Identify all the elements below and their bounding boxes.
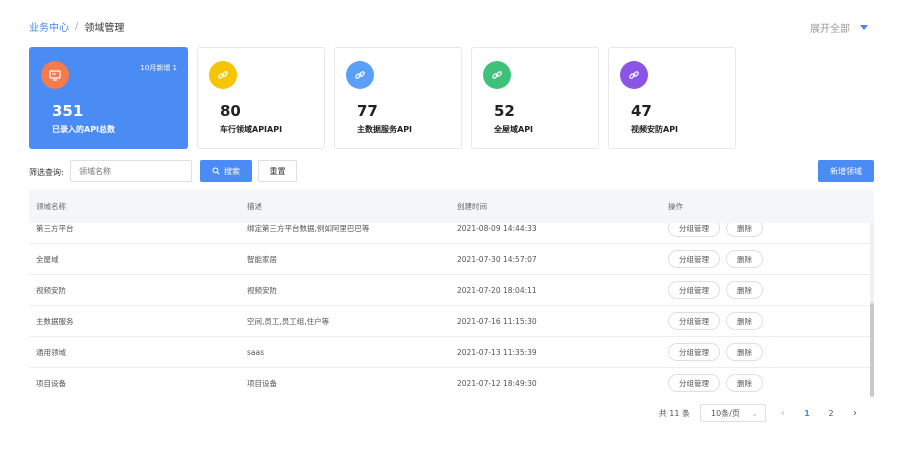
expand-all-toggle[interactable]: 展开全部 (810, 20, 868, 35)
column-header-actions: 操作 (668, 202, 683, 211)
page-size-select[interactable]: 10条/页 ⌄ (700, 404, 766, 422)
monitor-icon (41, 61, 69, 89)
group-manage-button[interactable]: 分组管理 (668, 250, 720, 268)
cell-name: 通用领域 (36, 347, 66, 357)
delete-button[interactable]: 删除 (726, 281, 763, 299)
table-header: 领域名称 描述 创建时间 操作 (29, 190, 874, 223)
stat-label: 车行领域APIAPI (220, 125, 283, 134)
stat-number: 351 (52, 102, 84, 120)
next-page-icon[interactable]: › (848, 408, 862, 419)
cell-actions: 分组管理 删除 (668, 343, 763, 361)
page-2[interactable]: 2 (824, 409, 838, 418)
stat-card-total[interactable]: 10月新增 1 351 已录入的API总数 (29, 47, 188, 149)
caret-down-icon (860, 25, 868, 30)
column-header-name: 领域名称 (36, 202, 66, 211)
stat-label: 视频安防API (631, 125, 679, 134)
column-header-description: 描述 (247, 202, 262, 211)
pagination-total: 共 11 条 (658, 408, 690, 418)
stat-number: 47 (631, 102, 652, 120)
cell-name: 视频安防 (36, 285, 66, 295)
cell-created: 2021-08-09 14:44:33 (457, 223, 537, 233)
cell-actions: 分组管理 删除 (668, 281, 763, 299)
chevron-down-icon: ⌄ (751, 409, 758, 418)
pagination: 共 11 条 10条/页 ⌄ ‹ 1 2 › (659, 404, 862, 422)
stat-card-master-data[interactable]: 77 主数据服务API (334, 47, 462, 149)
cell-created: 2021-07-13 11:35:39 (457, 347, 537, 357)
delete-button[interactable]: 删除 (726, 312, 763, 330)
delete-button[interactable]: 删除 (726, 374, 763, 392)
group-manage-button[interactable]: 分组管理 (668, 312, 720, 330)
prev-page-icon[interactable]: ‹ (776, 408, 790, 419)
cell-name: 主数据服务 (36, 316, 74, 326)
stat-card-video-security[interactable]: 47 视频安防API (608, 47, 736, 149)
cell-description: 项目设备 (247, 378, 277, 388)
scrollbar-thumb[interactable] (870, 303, 874, 397)
cell-description: 空间,员工,员工组,住户等 (247, 316, 330, 326)
link-icon (483, 61, 511, 89)
group-manage-button[interactable]: 分组管理 (668, 281, 720, 299)
stat-label: 已录入的API总数 (52, 125, 116, 134)
cell-created: 2021-07-20 18:04:11 (457, 285, 537, 295)
group-manage-button[interactable]: 分组管理 (668, 374, 720, 392)
cell-actions: 分组管理 删除 (668, 312, 763, 330)
cell-description: 绑定第三方平台数据,例如阿里巴巴等 (247, 223, 370, 233)
table-row: 视频安防 视频安防 2021-07-20 18:04:11 分组管理 删除 (29, 275, 874, 306)
stat-cards: 10月新增 1 351 已录入的API总数 80 车行领域APIAPI 77 主… (29, 47, 736, 149)
monthly-new-badge: 10月新增 1 (140, 64, 177, 72)
stat-number: 52 (494, 102, 515, 120)
table-row: 通用领域 saas 2021-07-13 11:35:39 分组管理 删除 (29, 337, 874, 368)
stat-label: 主数据服务API (357, 125, 413, 134)
filter-bar: 筛选查询: 搜索 重置 新增领域 (29, 160, 874, 184)
cell-name: 全屋域 (36, 254, 59, 264)
cell-name: 项目设备 (36, 378, 66, 388)
page-size-value: 10条/页 (711, 408, 740, 418)
cell-actions: 分组管理 删除 (668, 250, 763, 268)
stat-card-vehicle[interactable]: 80 车行领域APIAPI (197, 47, 325, 149)
column-header-created: 创建时间 (457, 202, 487, 211)
stat-number: 80 (220, 102, 241, 120)
group-manage-button[interactable]: 分组管理 (668, 343, 720, 361)
page-1[interactable]: 1 (800, 409, 814, 418)
table-scrollbar[interactable] (870, 223, 874, 397)
table-row: 项目设备 项目设备 2021-07-12 18:49:30 分组管理 删除 (29, 368, 874, 397)
cell-description: saas (247, 347, 265, 357)
table-row: 全屋域 智能家居 2021-07-30 14:57:07 分组管理 删除 (29, 244, 874, 275)
domain-name-input[interactable] (70, 160, 192, 182)
page: 业务中心 / 领域管理 展开全部 10月新增 1 351 已录入的API总数 8… (0, 0, 900, 449)
breadcrumb-parent[interactable]: 业务中心 (29, 19, 69, 34)
add-domain-button[interactable]: 新增领域 (818, 160, 874, 182)
breadcrumb-current: 领域管理 (84, 23, 125, 34)
filter-label: 筛选查询: (29, 168, 64, 177)
table-row: 主数据服务 空间,员工,员工组,住户等 2021-07-16 11:15:30 … (29, 306, 874, 337)
stat-label: 全屋域API (494, 125, 534, 134)
delete-button[interactable]: 删除 (726, 343, 763, 361)
search-button-label: 搜索 (224, 166, 240, 176)
link-icon (346, 61, 374, 89)
expand-all-label: 展开全部 (810, 24, 850, 35)
cell-created: 2021-07-12 18:49:30 (457, 378, 537, 388)
domain-table: 领域名称 描述 创建时间 操作 第三方平台 绑定第三方平台数据,例如阿里巴巴等 … (29, 190, 874, 397)
table-body: 第三方平台 绑定第三方平台数据,例如阿里巴巴等 2021-08-09 14:44… (29, 213, 874, 397)
stat-number: 77 (357, 102, 378, 120)
search-button[interactable]: 搜索 (200, 160, 252, 182)
cell-actions: 分组管理 删除 (668, 374, 763, 392)
link-icon (620, 61, 648, 89)
cell-created: 2021-07-30 14:57:07 (457, 254, 537, 264)
reset-button[interactable]: 重置 (258, 160, 297, 182)
stat-card-whole-house[interactable]: 52 全屋域API (471, 47, 599, 149)
breadcrumb: 业务中心 / 领域管理 (29, 19, 124, 34)
breadcrumb-separator: / (75, 21, 79, 32)
search-icon (212, 167, 220, 175)
cell-created: 2021-07-16 11:15:30 (457, 316, 537, 326)
delete-button[interactable]: 删除 (726, 250, 763, 268)
cell-description: 视频安防 (247, 285, 277, 295)
cell-description: 智能家居 (247, 254, 277, 264)
cell-name: 第三方平台 (36, 223, 74, 233)
link-icon (209, 61, 237, 89)
